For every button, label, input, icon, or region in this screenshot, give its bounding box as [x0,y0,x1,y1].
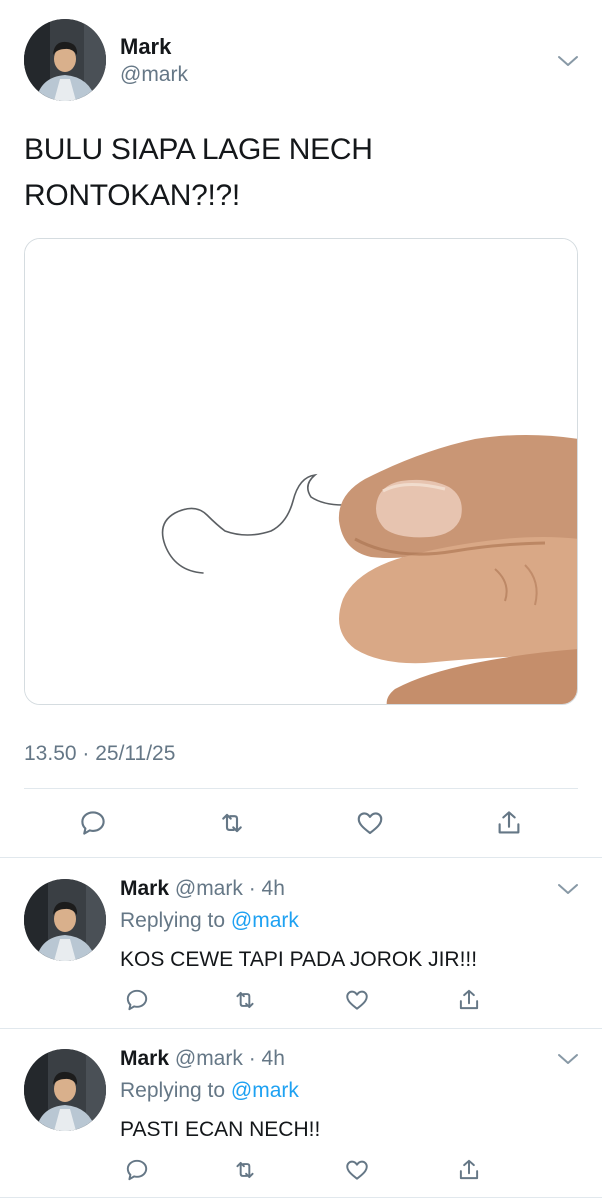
reply-author-handle[interactable]: @mark [175,1047,243,1070]
reply-icon[interactable] [76,806,110,840]
divider [0,1028,602,1029]
reply-author-name[interactable]: Mark [120,877,169,900]
share-icon[interactable] [454,985,484,1015]
share-icon[interactable] [454,1155,484,1185]
reply-author-avatar[interactable] [24,879,106,961]
tweet-media-image[interactable] [24,238,578,705]
divider [0,1197,602,1198]
reply-icon[interactable] [122,1155,152,1185]
chevron-down-icon[interactable] [557,882,579,896]
replying-to-label: Replying to [120,1079,226,1102]
retweet-icon[interactable] [214,806,250,840]
tweet-text-line-2: RONTOKAN?!?! [24,179,240,212]
chevron-down-icon[interactable] [557,1052,579,1066]
reply-header: Mark @mark · 4h [120,1047,285,1071]
chevron-down-icon[interactable] [557,54,579,68]
replying-to: Replying to @mark [120,909,299,933]
heart-icon[interactable] [353,806,387,840]
reply-author-name[interactable]: Mark [120,1047,169,1070]
reply-author-avatar[interactable] [24,1049,106,1131]
tweet-timestamp[interactable]: 13.50 · 25/11/25 [24,742,175,766]
reply-header: Mark @mark · 4h [120,877,285,901]
replying-to-link[interactable]: @mark [231,1079,299,1102]
author-avatar[interactable] [24,19,106,101]
retweet-icon[interactable] [229,985,261,1015]
replying-to: Replying to @mark [120,1079,299,1103]
replying-to-label: Replying to [120,909,226,932]
share-icon[interactable] [492,806,526,840]
reply-time[interactable]: 4h [262,1047,285,1070]
divider [0,857,602,858]
heart-icon[interactable] [342,985,372,1015]
separator-dot: · [242,877,262,900]
reply-text: KOS CEWE TAPI PADA JOROK JIR!!! [120,948,478,971]
retweet-icon[interactable] [229,1155,261,1185]
reply-author-handle[interactable]: @mark [175,877,243,900]
author-handle[interactable]: @mark [120,63,188,87]
reply-time[interactable]: 4h [262,877,285,900]
reply-text: PASTI ECAN NECH!! [120,1118,321,1141]
divider [24,788,578,789]
heart-icon[interactable] [342,1155,372,1185]
tweet-text-line-1: BULU SIAPA LAGE NECH [24,133,373,166]
separator-dot: · [242,1047,262,1070]
reply-icon[interactable] [122,985,152,1015]
replying-to-link[interactable]: @mark [231,909,299,932]
tweet-text: BULU SIAPA LAGE NECH RONTOKAN?!?! [24,127,564,219]
author-name[interactable]: Mark [120,34,171,60]
